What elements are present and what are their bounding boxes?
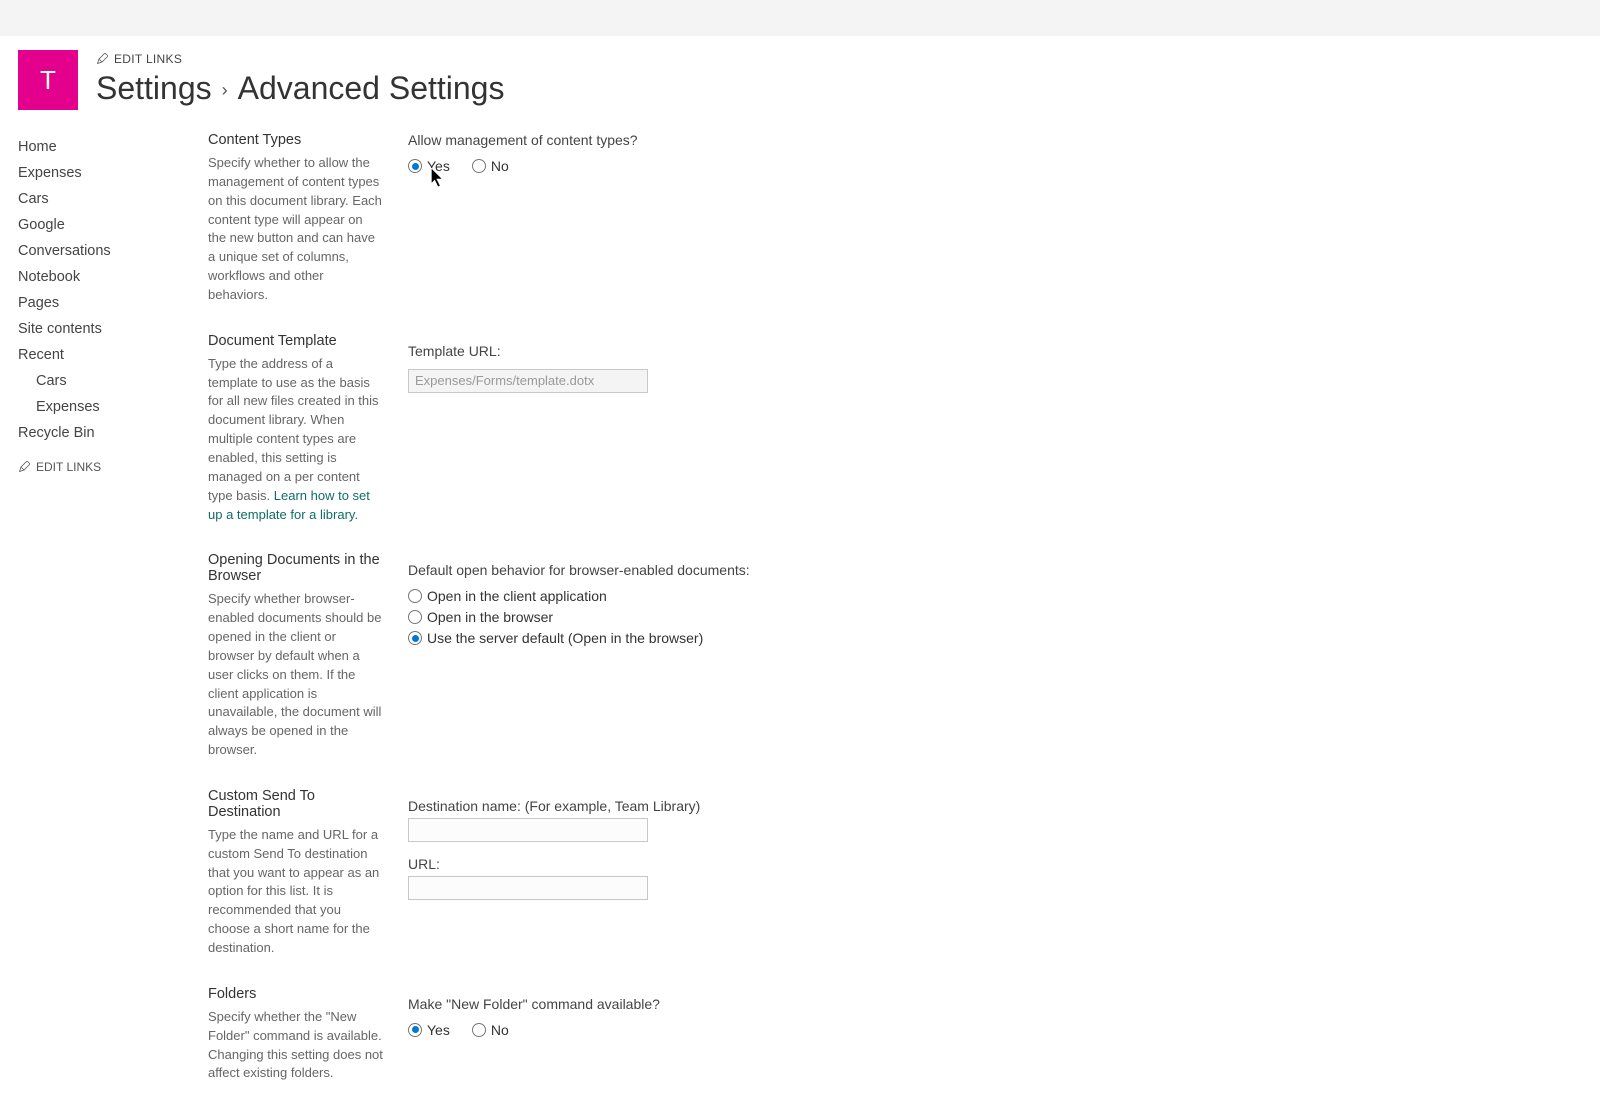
content-area: Content Types Specify whether to allow t… bbox=[208, 120, 1582, 1111]
header: T EDIT LINKS Settings › Advanced Setting… bbox=[0, 36, 1600, 120]
content-types-question: Allow management of content types? bbox=[408, 132, 1582, 148]
section-send-to: Custom Send To Destination Type the name… bbox=[208, 788, 1582, 958]
edit-links-label: EDIT LINKS bbox=[114, 52, 182, 66]
content-types-no-radio[interactable]: No bbox=[472, 158, 509, 174]
opening-title: Opening Documents in the Browser bbox=[208, 552, 384, 584]
breadcrumb-sep: › bbox=[222, 80, 228, 101]
breadcrumb-current: Advanced Settings bbox=[238, 70, 505, 107]
nav-conversations[interactable]: Conversations bbox=[18, 238, 208, 264]
open-server-default-radio[interactable]: Use the server default (Open in the brow… bbox=[408, 630, 1582, 646]
sendto-dest-input[interactable] bbox=[408, 818, 648, 842]
radio-icon bbox=[408, 610, 422, 624]
radio-icon bbox=[472, 159, 486, 173]
radio-label: Open in the browser bbox=[427, 609, 553, 625]
radio-label: Use the server default (Open in the brow… bbox=[427, 630, 703, 646]
edit-links-top[interactable]: EDIT LINKS bbox=[96, 50, 1582, 70]
content-types-desc: Specify whether to allow the management … bbox=[208, 154, 384, 305]
section-folders: Folders Specify whether the "New Folder"… bbox=[208, 986, 1582, 1083]
pencil-icon bbox=[96, 53, 108, 65]
suite-bar bbox=[0, 0, 1600, 36]
nav-recent[interactable]: Recent bbox=[18, 342, 208, 368]
nav-expenses[interactable]: Expenses bbox=[18, 160, 208, 186]
radio-icon bbox=[408, 159, 422, 173]
radio-label: Yes bbox=[427, 1022, 450, 1038]
template-url-label: Template URL: bbox=[408, 343, 1582, 359]
nav-recycle-bin[interactable]: Recycle Bin bbox=[18, 420, 208, 446]
radio-label: Yes bbox=[427, 158, 450, 174]
section-content-types: Content Types Specify whether to allow t… bbox=[208, 132, 1582, 305]
sendto-title: Custom Send To Destination bbox=[208, 788, 384, 820]
radio-label: Open in the client application bbox=[427, 588, 607, 604]
open-browser-radio[interactable]: Open in the browser bbox=[408, 609, 1582, 625]
site-logo-tile[interactable]: T bbox=[18, 50, 78, 110]
nav-cars[interactable]: Cars bbox=[18, 186, 208, 212]
edit-links-side[interactable]: EDIT LINKS bbox=[18, 446, 208, 474]
template-desc: Type the address of a template to use as… bbox=[208, 355, 384, 525]
section-opening-documents: Opening Documents in the Browser Specify… bbox=[208, 552, 1582, 760]
open-client-radio[interactable]: Open in the client application bbox=[408, 588, 1582, 604]
content-types-title: Content Types bbox=[208, 132, 384, 148]
section-document-template: Document Template Type the address of a … bbox=[208, 333, 1582, 525]
radio-label: No bbox=[491, 1022, 509, 1038]
radio-icon bbox=[408, 631, 422, 645]
nav-recent-expenses[interactable]: Expenses bbox=[18, 394, 208, 420]
nav-recent-cars[interactable]: Cars bbox=[18, 368, 208, 394]
folders-question: Make "New Folder" command available? bbox=[408, 996, 1582, 1012]
breadcrumb: Settings › Advanced Settings bbox=[96, 70, 1582, 107]
radio-label: No bbox=[491, 158, 509, 174]
opening-label: Default open behavior for browser-enable… bbox=[408, 562, 1582, 578]
pencil-icon bbox=[18, 461, 30, 473]
breadcrumb-settings[interactable]: Settings bbox=[96, 70, 212, 107]
sendto-url-input[interactable] bbox=[408, 876, 648, 900]
radio-icon bbox=[408, 1023, 422, 1037]
sendto-dest-label: Destination name: (For example, Team Lib… bbox=[408, 798, 1582, 814]
content-types-yes-radio[interactable]: Yes bbox=[408, 158, 450, 174]
template-url-input[interactable] bbox=[408, 369, 648, 393]
opening-desc: Specify whether browser-enabled document… bbox=[208, 590, 384, 760]
template-title: Document Template bbox=[208, 333, 384, 349]
folders-yes-radio[interactable]: Yes bbox=[408, 1022, 450, 1038]
radio-icon bbox=[472, 1023, 486, 1037]
radio-icon bbox=[408, 589, 422, 603]
nav-home[interactable]: Home bbox=[18, 134, 208, 160]
left-nav: Home Expenses Cars Google Conversations … bbox=[18, 120, 208, 1111]
folders-title: Folders bbox=[208, 986, 384, 1002]
folders-no-radio[interactable]: No bbox=[472, 1022, 509, 1038]
nav-notebook[interactable]: Notebook bbox=[18, 264, 208, 290]
nav-google[interactable]: Google bbox=[18, 212, 208, 238]
nav-pages[interactable]: Pages bbox=[18, 290, 208, 316]
sendto-url-label: URL: bbox=[408, 856, 1582, 872]
folders-desc: Specify whether the "New Folder" command… bbox=[208, 1008, 384, 1083]
edit-links-side-label: EDIT LINKS bbox=[36, 460, 101, 474]
sendto-desc: Type the name and URL for a custom Send … bbox=[208, 826, 384, 958]
nav-site-contents[interactable]: Site contents bbox=[18, 316, 208, 342]
